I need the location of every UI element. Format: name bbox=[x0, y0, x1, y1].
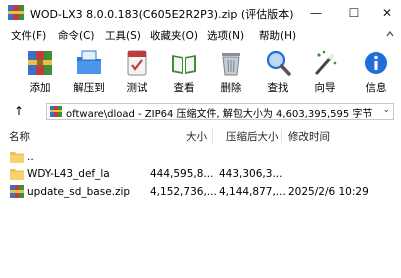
list-item-parent[interactable]: .. bbox=[0, 149, 401, 166]
list-item-zip[interactable]: update_sd_base.zip 4,152,736,... 4,144,8… bbox=[0, 184, 401, 201]
extract-to-label: 解压到 bbox=[73, 82, 105, 94]
view-button[interactable]: 查看 bbox=[161, 48, 207, 98]
delete-label: 删除 bbox=[220, 82, 242, 94]
find-label: 查找 bbox=[267, 82, 289, 94]
delete-trash-icon bbox=[222, 53, 240, 76]
menu-favorites[interactable]: 收藏夹(O) bbox=[150, 28, 198, 43]
file-name: update_sd_base.zip bbox=[27, 186, 131, 198]
extract-to-button[interactable]: 解压到 bbox=[66, 48, 112, 98]
file-packed-size: 4,144,877,... bbox=[219, 186, 286, 198]
toolbar: 添加 解压到 测试 查看 删除 查找 向导 信息 bbox=[0, 44, 401, 100]
find-button[interactable]: 查找 bbox=[255, 48, 301, 98]
column-packed-size[interactable]: 压缩后大小 bbox=[226, 129, 279, 144]
maximize-button[interactable]: ☐ bbox=[337, 0, 371, 26]
close-button[interactable]: ✕ bbox=[370, 0, 401, 26]
menu-help[interactable]: 帮助(H) bbox=[259, 28, 296, 43]
folder-up-icon bbox=[10, 152, 24, 163]
window-title: WOD-LX3 8.0.0.183(C605E2R2P3).zip (评估版本) bbox=[30, 8, 294, 21]
path-field[interactable]: oftware\dload - ZIP64 压缩文件, 解包大小为 4,603,… bbox=[46, 103, 394, 120]
folder-icon bbox=[10, 169, 24, 180]
menu-tools[interactable]: 工具(S) bbox=[105, 28, 141, 43]
find-magnifier-icon bbox=[266, 50, 291, 76]
file-list-header: 名称 大小 压缩后大小 修改时间 bbox=[0, 127, 401, 145]
archive-path-icon bbox=[50, 106, 62, 117]
menu-options[interactable]: 选项(N) bbox=[207, 28, 244, 43]
extract-to-icon bbox=[77, 50, 101, 74]
delete-button[interactable]: 删除 bbox=[208, 48, 254, 98]
wizard-button[interactable]: 向导 bbox=[302, 48, 348, 98]
add-button[interactable]: 添加 bbox=[17, 48, 63, 98]
address-bar: ↑ oftware\dload - ZIP64 压缩文件, 解包大小为 4,60… bbox=[0, 100, 401, 122]
file-size: 4,152,736,... bbox=[150, 186, 217, 198]
test-label: 测试 bbox=[126, 82, 148, 94]
up-folder-button[interactable]: ↑ bbox=[14, 104, 24, 118]
file-name: .. bbox=[27, 151, 34, 163]
column-size[interactable]: 大小 bbox=[186, 129, 207, 144]
file-packed-size: 443,306,3... bbox=[219, 168, 283, 180]
column-name[interactable]: 名称 bbox=[9, 129, 30, 144]
view-label: 查看 bbox=[173, 82, 195, 94]
file-modified: 2025/2/6 10:29 bbox=[288, 186, 369, 198]
wizard-wand-icon bbox=[315, 50, 337, 75]
info-label: 信息 bbox=[365, 82, 387, 94]
menu-bar: 文件(F) 命令(C) 工具(S) 收藏夹(O) 选项(N) 帮助(H) bbox=[0, 26, 401, 44]
wizard-label: 向导 bbox=[314, 82, 336, 94]
menu-file[interactable]: 文件(F) bbox=[11, 28, 46, 43]
test-button[interactable]: 测试 bbox=[114, 48, 160, 98]
menu-commands[interactable]: 命令(C) bbox=[58, 28, 95, 43]
file-name: WDY-L43_def_la bbox=[27, 168, 110, 180]
path-dropdown-icon[interactable]: ⌄ bbox=[382, 105, 390, 115]
column-modified[interactable]: 修改时间 bbox=[288, 129, 330, 144]
column-divider[interactable] bbox=[212, 129, 213, 143]
zip-archive-icon bbox=[10, 185, 24, 198]
column-divider[interactable] bbox=[281, 129, 282, 143]
toolbar-expand-icon[interactable] bbox=[385, 29, 395, 39]
title-bar: WOD-LX3 8.0.0.183(C605E2R2P3).zip (评估版本)… bbox=[0, 0, 401, 26]
info-icon bbox=[365, 52, 387, 74]
add-archive-icon bbox=[28, 51, 52, 75]
winrar-app-icon bbox=[8, 5, 24, 20]
view-book-icon bbox=[172, 55, 196, 74]
list-item-folder[interactable]: WDY-L43_def_la 444,595,8... 443,306,3... bbox=[0, 166, 401, 183]
test-icon bbox=[127, 50, 147, 76]
add-label: 添加 bbox=[29, 82, 51, 94]
file-size: 444,595,8... bbox=[150, 168, 214, 180]
info-button[interactable]: 信息 bbox=[353, 48, 399, 98]
path-text: oftware\dload - ZIP64 压缩文件, 解包大小为 4,603,… bbox=[66, 109, 373, 120]
minimize-button[interactable]: — bbox=[299, 0, 333, 26]
